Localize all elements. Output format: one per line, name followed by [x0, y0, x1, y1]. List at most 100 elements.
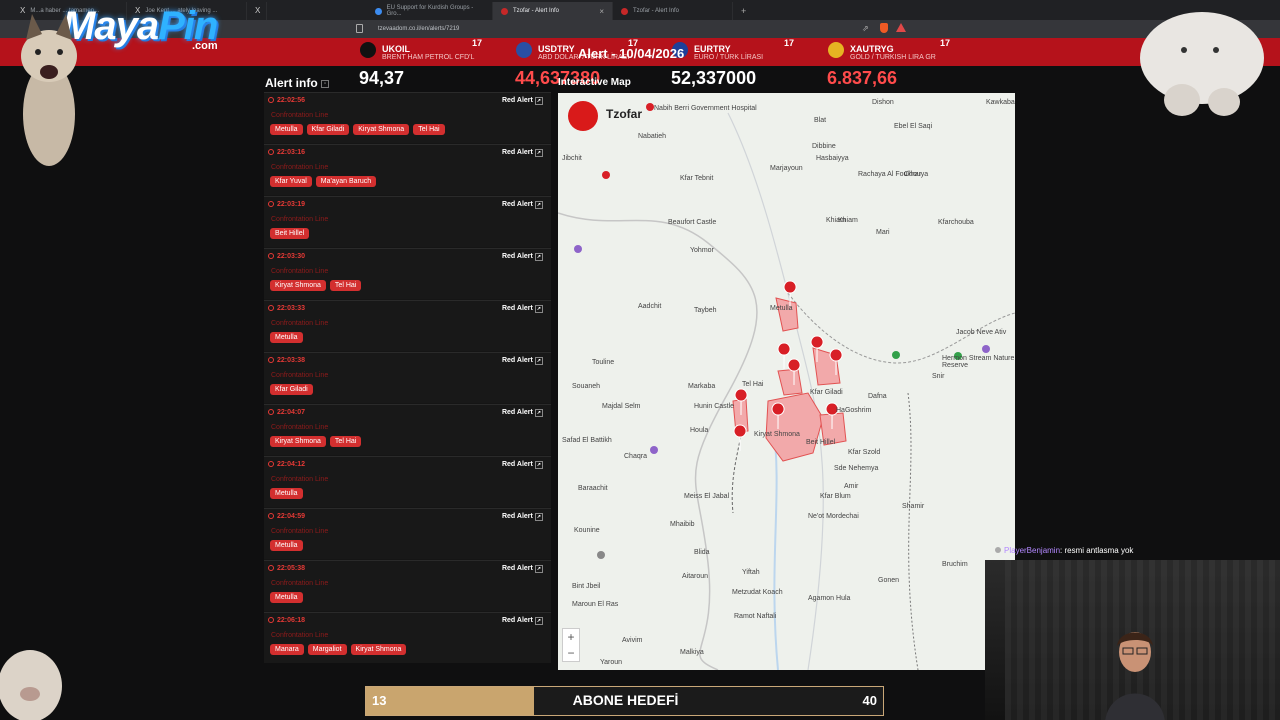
place-chip[interactable]: Kiryat Shmona: [270, 280, 326, 291]
share-icon[interactable]: ↗: [534, 357, 543, 365]
bookmark-icon[interactable]: [356, 24, 363, 33]
map-place-label: Kfar Tebnit: [680, 175, 714, 182]
share-icon[interactable]: ↗: [534, 617, 543, 625]
alert-card[interactable]: 22:03:30 Red Alert ↗ Confrontation Line Kir…: [264, 248, 551, 299]
rewards-icon[interactable]: [896, 23, 906, 32]
map-place-label: Baraachit: [578, 485, 608, 492]
map-place-label: Aadchit: [638, 303, 662, 310]
place-chip[interactable]: Tel Hai: [413, 124, 445, 135]
share-icon[interactable]: ↗: [534, 409, 543, 417]
alert-category: Confrontation Line: [271, 216, 329, 223]
url-text[interactable]: tzevaadom.co.il/en/alerts/7219: [378, 26, 459, 32]
alert-card[interactable]: 22:02:56 Red Alert ↗ Confrontation Line Met…: [264, 92, 551, 143]
place-chip[interactable]: Beit Hillel: [270, 228, 310, 239]
place-chip[interactable]: Kiryat Shmona: [350, 644, 407, 655]
interactive-map[interactable]: Tzofar Jibchit Nabatieh Kfar Tebnit Marjayo…: [558, 93, 1015, 670]
alert-category: Confrontation Line: [271, 528, 329, 535]
alert-card[interactable]: 22:04:12 Red Alert ↗ Confrontation Line Met…: [264, 456, 551, 507]
map-place-label: Blat: [814, 117, 827, 124]
map-place-label: Nabih Berri Government Hospital: [654, 105, 757, 112]
alert-category: Confrontation Line: [271, 424, 329, 431]
share-icon[interactable]: ↗: [534, 253, 543, 261]
zoom-out-button[interactable]: −: [563, 645, 579, 661]
alert-card[interactable]: 22:04:59 Red Alert ↗ Confrontation Line Met…: [264, 508, 551, 559]
alert-category: Confrontation Line: [271, 164, 329, 171]
share-icon[interactable]: ↗: [534, 97, 543, 105]
share-icon[interactable]: ↗: [534, 461, 543, 469]
brave-shield-icon[interactable]: [880, 23, 888, 33]
map-place-label: Jacob Neve Ativ: [956, 329, 1007, 336]
expand-icon[interactable]: ▫: [321, 79, 330, 88]
new-tab-button[interactable]: +: [733, 2, 753, 20]
alert-card[interactable]: 22:04:07 Red Alert ↗ Confrontation Line Kir…: [264, 404, 551, 455]
map-place-label: Houla: [690, 427, 709, 434]
zoom-control[interactable]: + −: [562, 628, 580, 662]
place-chip[interactable]: Metulla: [270, 332, 303, 343]
ticker-item-ukoil: UKOIL BRENT HAM PETROL CFD'L 17: [360, 38, 492, 66]
alert-card[interactable]: 22:03:38 Red Alert ↗ Confrontation Line Kfa…: [264, 352, 551, 403]
zoom-in-button[interactable]: +: [563, 629, 579, 645]
alert-card[interactable]: 22:03:16 Red Alert ↗ Confrontation Line Kfa…: [264, 144, 551, 195]
place-chip[interactable]: Kfar Giladi: [306, 124, 350, 135]
place-chip[interactable]: Metulla: [270, 488, 303, 499]
place-chip[interactable]: Kiryat Shmona: [353, 124, 410, 135]
chat-message: PlayerBenjamin: resmi antlasma yok: [995, 546, 1280, 558]
ticker-item-eurtry: EURTRY EURO / TÜRK LİRASI 17: [672, 38, 804, 66]
alert-type: Red Alert ↗: [501, 513, 543, 521]
browser-tab[interactable]: EU Support for Kurdish Groups - Gro...: [367, 2, 493, 20]
alert-time: 22:05:38: [268, 565, 305, 572]
map-place-label: Chaqra: [624, 453, 647, 460]
alert-zone-metulla[interactable]: [775, 297, 799, 332]
browser-tab[interactable]: X: [247, 2, 267, 20]
share-icon[interactable]: ⇗: [862, 24, 869, 33]
share-icon[interactable]: ↗: [534, 565, 543, 573]
map-place-label: Bint Jbeil: [572, 583, 601, 590]
place-chip[interactable]: Kiryat Shmona: [270, 436, 326, 447]
map-place-label: Kfarchouba: [938, 219, 974, 226]
map-place-label: Hasbaiyya: [816, 155, 849, 162]
share-icon[interactable]: ↗: [534, 149, 543, 157]
place-chip[interactable]: Metulla: [270, 540, 303, 551]
share-icon[interactable]: ↗: [534, 513, 543, 521]
place-chip[interactable]: Kfar Giladi: [270, 384, 313, 395]
map-place-label: Snir: [932, 373, 945, 380]
alert-zone-kiryat-shmona[interactable]: [765, 392, 824, 462]
place-chip[interactable]: Kfar Yuval: [270, 176, 312, 187]
alert-places: Manara Margaliot Kiryat Shmona: [270, 644, 407, 655]
map-place-label: Beit Hillel: [806, 439, 836, 446]
place-chip[interactable]: Metulla: [270, 124, 303, 135]
alert-type: Red Alert ↗: [501, 253, 543, 261]
share-icon[interactable]: ↗: [534, 201, 543, 209]
alert-list: 22:02:56 Red Alert ↗ Confrontation Line Met…: [264, 92, 551, 663]
close-tab-icon[interactable]: ×: [599, 7, 604, 16]
tzofar-brand: Tzofar: [606, 107, 642, 121]
alert-card[interactable]: 22:03:19 Red Alert ↗ Confrontation Line Bei…: [264, 196, 551, 247]
map-place-label: Khiam: [838, 217, 858, 224]
place-chip[interactable]: Tel Hai: [329, 280, 362, 291]
share-icon[interactable]: ↗: [534, 305, 543, 313]
cat-sticker-bottom-left: [0, 650, 62, 720]
alert-places: Metulla: [270, 332, 303, 343]
landmark-icon: [650, 446, 658, 454]
alert-pin[interactable]: [733, 424, 747, 452]
map-place-label: Meiss El Jabal: [684, 493, 730, 500]
tzofar-logo-icon: [568, 101, 598, 131]
border-line: [907, 392, 919, 670]
browser-tab[interactable]: Tzofar - Alert Info: [613, 2, 733, 20]
alert-places: Metulla: [270, 540, 303, 551]
browser-tab-active[interactable]: Tzofar - Alert Info ×: [493, 2, 613, 20]
alert-zone-kfar-giladi[interactable]: [777, 368, 803, 396]
alert-places: Kiryat Shmona Tel Hai: [270, 280, 362, 291]
alert-card[interactable]: 22:03:33 Red Alert ↗ Confrontation Line Met…: [264, 300, 551, 351]
alert-type: Red Alert ↗: [501, 149, 543, 157]
alert-category: Confrontation Line: [271, 476, 329, 483]
alert-card[interactable]: 22:05:38 Red Alert ↗ Confrontation Line Met…: [264, 560, 551, 611]
place-chip[interactable]: Ma'ayan Baruch: [315, 176, 377, 187]
place-chip[interactable]: Metulla: [270, 592, 303, 603]
map-place-label: Kiryat Shmona: [754, 431, 800, 438]
place-chip[interactable]: Margaliot: [307, 644, 347, 655]
map-canvas[interactable]: [558, 93, 1015, 670]
place-chip[interactable]: Tel Hai: [329, 436, 362, 447]
alert-card[interactable]: 22:06:18 Red Alert ↗ Confrontation Line Man…: [264, 612, 551, 663]
place-chip[interactable]: Manara: [270, 644, 304, 655]
